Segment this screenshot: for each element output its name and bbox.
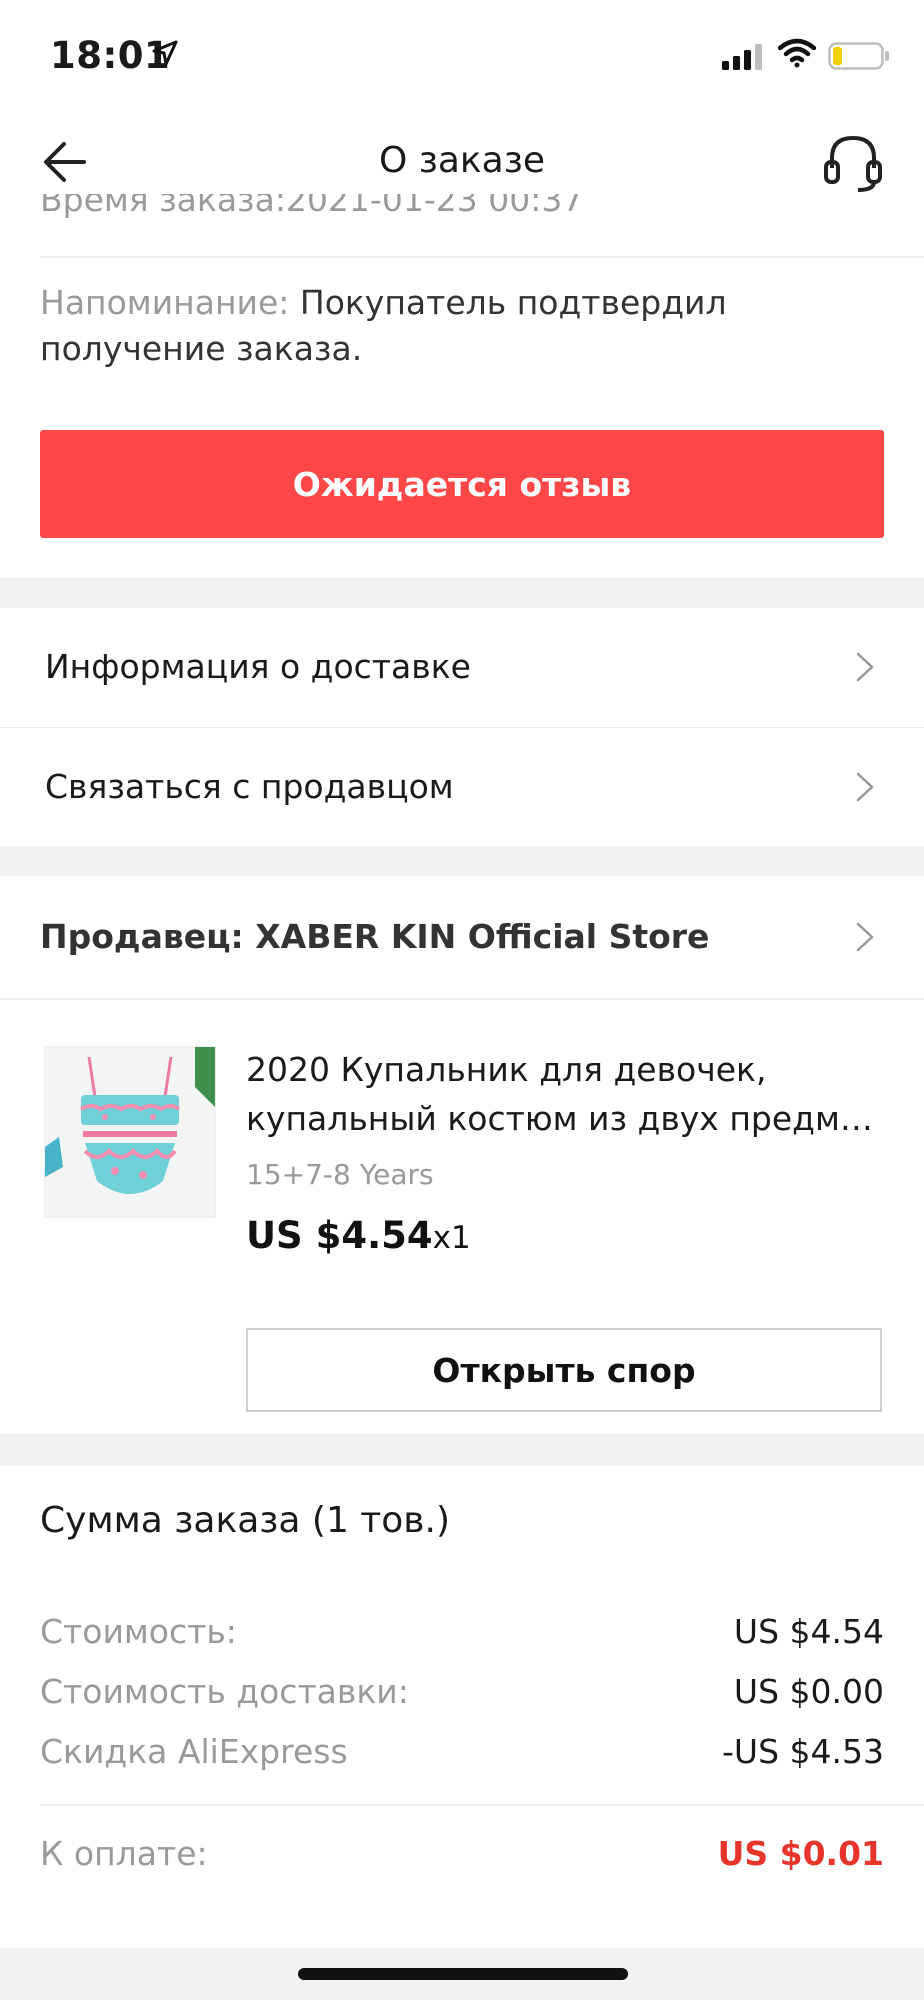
seller-label: Продавец: XABER KIN Official Store <box>40 917 710 956</box>
delivery-info-label: Информация о доставке <box>45 647 471 686</box>
product-title[interactable]: 2020 Купальник для девочек, купальный ко… <box>246 1045 886 1143</box>
summary-row-total: К оплате: US $0.01 <box>40 1834 884 1882</box>
seller-row[interactable]: Продавец: XABER KIN Official Store <box>0 876 924 998</box>
summary-label: Стоимость: <box>40 1612 237 1651</box>
reminder-label: Напоминание: <box>40 283 300 322</box>
product-image[interactable] <box>44 1046 216 1218</box>
summary-label: Скидка AliExpress <box>40 1732 348 1771</box>
divider <box>0 998 924 1000</box>
chevron-right-icon <box>856 652 874 682</box>
chevron-right-icon <box>856 772 874 802</box>
section-gap <box>0 578 924 608</box>
summary-row-shipping: Стоимость доставки: US $0.00 <box>40 1672 884 1720</box>
order-time-container: Время заказа:2021-01-23 00:37 <box>0 194 924 256</box>
divider <box>40 1804 924 1806</box>
summary-value: -US $4.53 <box>722 1732 884 1771</box>
summary-value: US $0.00 <box>733 1672 884 1711</box>
product-quantity: x1 <box>432 1220 471 1256</box>
contact-seller-row[interactable]: Связаться с продавцом <box>0 728 924 846</box>
awaiting-review-button[interactable]: Ожидается отзыв <box>40 430 884 538</box>
delivery-info-row[interactable]: Информация о доставке <box>0 608 924 726</box>
summary-row-discount: Скидка AliExpress -US $4.53 <box>40 1732 884 1780</box>
order-reminder: Напоминание: Покупатель подтвердил получ… <box>40 280 860 372</box>
product-title-line-2: купальный костюм из двух предметов <box>246 1099 886 1138</box>
section-gap <box>0 1434 924 1466</box>
order-time: Время заказа:2021-01-23 00:37 <box>40 194 584 219</box>
summary-row-cost: Стоимость: US $4.54 <box>40 1612 884 1660</box>
swimsuit-image <box>45 1047 215 1217</box>
battery-icon <box>828 42 889 70</box>
cellular-signal-icon <box>722 44 762 70</box>
product-price-container: US $4.54x1 <box>246 1214 471 1257</box>
summary-value: US $4.54 <box>733 1612 884 1651</box>
product-price: US $4.54 <box>246 1214 433 1257</box>
headset-icon[interactable] <box>818 128 888 198</box>
location-arrow-icon <box>152 40 178 66</box>
open-dispute-button[interactable]: Открыть спор <box>246 1328 882 1412</box>
section-gap <box>0 846 924 876</box>
divider <box>40 256 924 258</box>
summary-label: Стоимость доставки: <box>40 1672 409 1711</box>
product-variant: 15+7-8 Years <box>246 1158 434 1191</box>
chevron-right-icon <box>856 922 874 952</box>
total-label: К оплате: <box>40 1834 208 1873</box>
wifi-icon <box>778 38 816 68</box>
page-title: О заказе <box>378 140 546 181</box>
product-title-line-1: 2020 Купальник для девочек, <box>246 1050 767 1089</box>
home-indicator[interactable] <box>298 1968 628 1980</box>
contact-seller-label: Связаться с продавцом <box>45 767 454 806</box>
order-summary-title: Сумма заказа (1 тов.) <box>40 1500 451 1541</box>
total-value: US $0.01 <box>717 1834 884 1873</box>
